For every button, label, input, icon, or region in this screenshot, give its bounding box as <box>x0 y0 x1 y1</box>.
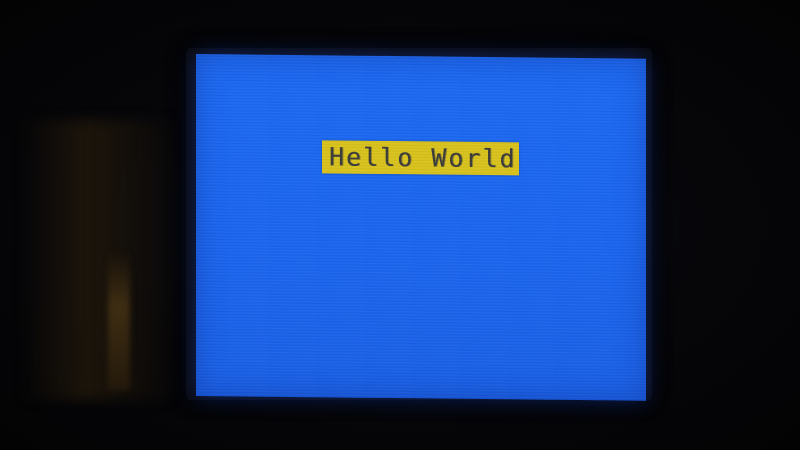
ambient-light-glow <box>20 120 170 400</box>
ambient-light-strip <box>108 250 130 390</box>
hello-world-label: Hello World <box>322 140 519 176</box>
monitor-screen: Hello World <box>196 54 646 401</box>
label-text: Hello World <box>329 142 517 174</box>
dark-room-background: Hello World <box>0 0 800 450</box>
screen-scanlines <box>196 54 646 401</box>
